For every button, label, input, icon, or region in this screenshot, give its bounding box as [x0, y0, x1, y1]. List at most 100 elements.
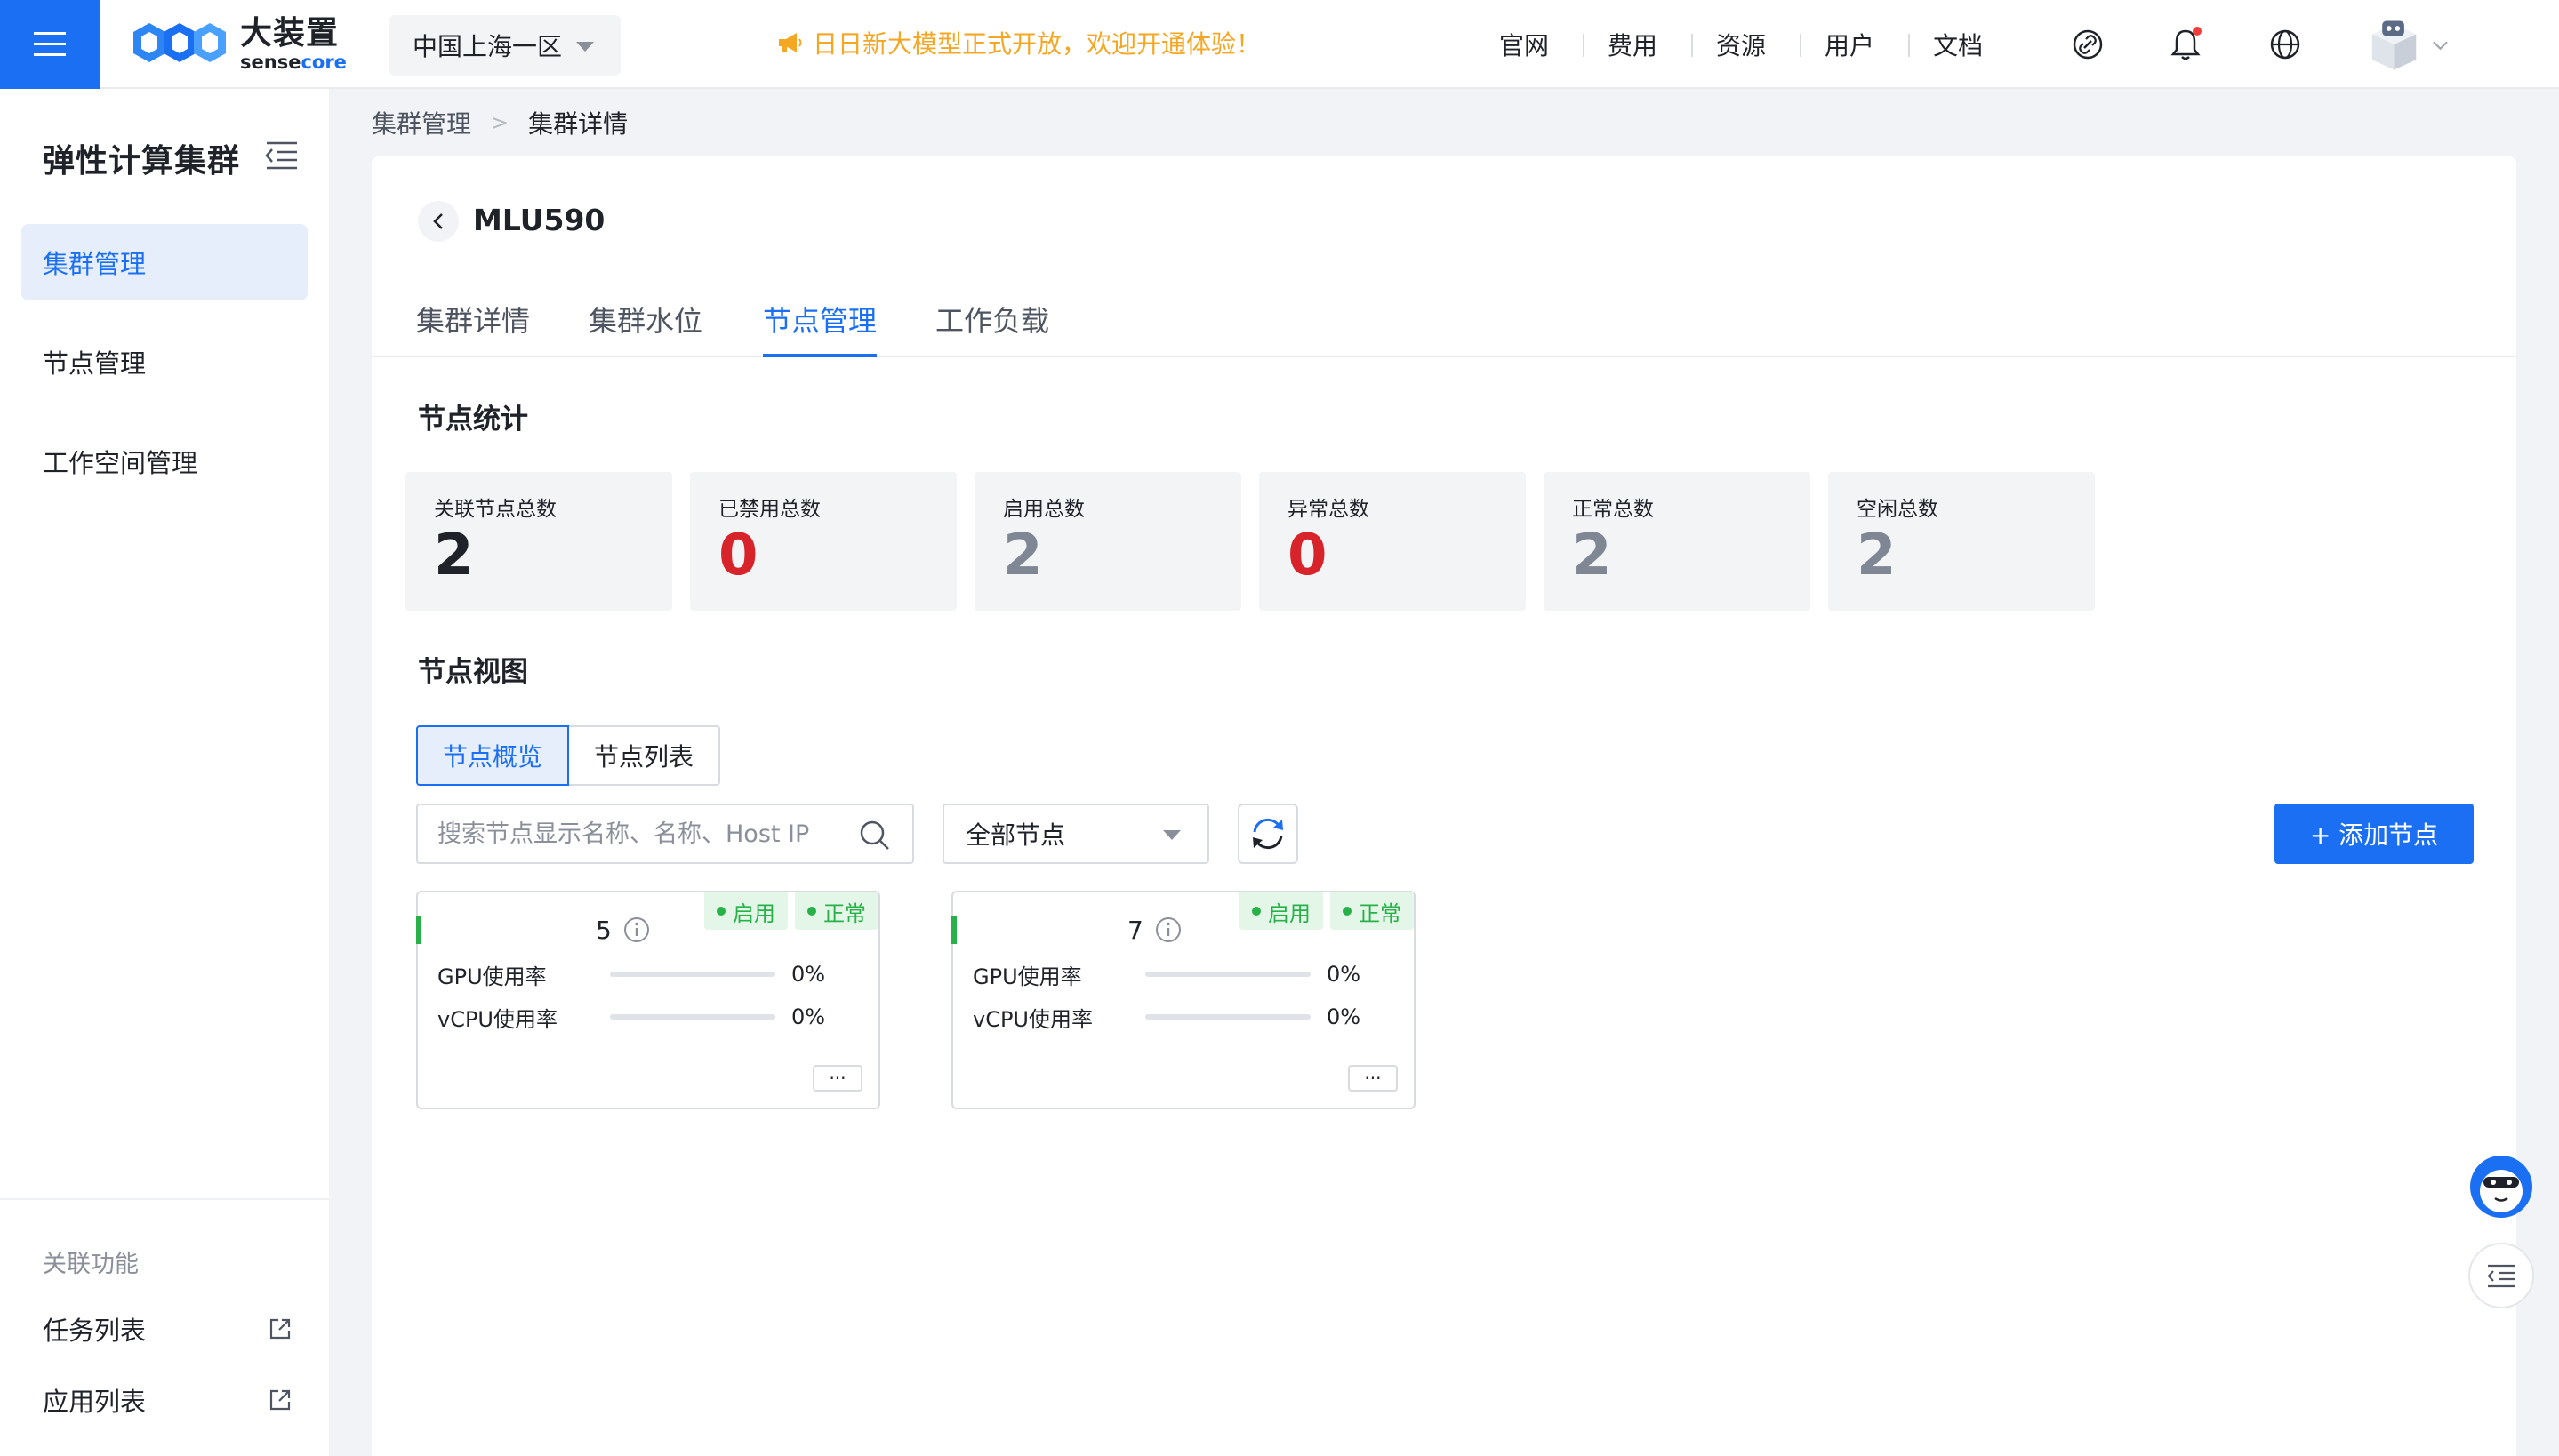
- more-actions-button[interactable]: ···: [813, 1065, 862, 1092]
- refresh-icon: [1253, 818, 1283, 850]
- metric-value: 0%: [1327, 962, 1361, 987]
- metric-label: vCPU使用率: [437, 1006, 558, 1032]
- node-card[interactable]: 5 启用 正常 GPU使用率 0% vCPU使用率 0% ···: [416, 891, 880, 1109]
- node-status-bar: [951, 916, 957, 944]
- progress-track: [610, 1014, 775, 1020]
- link-button[interactable]: [2068, 25, 2107, 64]
- brand-name: 大装置: [240, 14, 340, 52]
- status-badge-normal: 正常: [1330, 892, 1414, 930]
- assistant-mascot-icon: [2470, 1156, 2532, 1218]
- float-panel-toggle[interactable]: [2468, 1243, 2534, 1308]
- assistant-button[interactable]: [2468, 1154, 2534, 1220]
- node-name: 5: [596, 916, 612, 945]
- status-badge-enabled: 启用: [1239, 892, 1323, 930]
- stat-card-abnormal: 异常总数 0: [1259, 472, 1526, 611]
- avatar: [2371, 20, 2417, 70]
- metric-label: GPU使用率: [437, 964, 547, 989]
- stat-label: 已禁用总数: [718, 498, 821, 521]
- sidebar-divider: [0, 1198, 329, 1200]
- main-panel: MLU590 集群详情 集群水位 节点管理 工作负载 节点统计 关联节点总数 2…: [372, 156, 2516, 1456]
- sensecore-logo-icon: [133, 23, 226, 62]
- stat-card-normal: 正常总数 2: [1544, 472, 1810, 611]
- stat-value: 2: [434, 523, 474, 588]
- breadcrumb-parent[interactable]: 集群管理: [372, 105, 471, 140]
- stat-card-enabled: 启用总数 2: [975, 472, 1241, 611]
- search-input[interactable]: [418, 805, 845, 862]
- brand-logo[interactable]: 大装置 sensecore: [132, 16, 347, 73]
- add-node-button[interactable]: + 添加节点: [2274, 804, 2474, 864]
- progress-track: [1145, 1014, 1311, 1020]
- toggle-node-overview[interactable]: 节点概览: [416, 725, 570, 786]
- related-link-label: 应用列表: [43, 1387, 147, 1417]
- notifications-button[interactable]: [2166, 25, 2205, 64]
- node-view-title: 节点视图: [418, 656, 528, 688]
- user-menu[interactable]: [2369, 14, 2449, 76]
- nav-resources[interactable]: 资源: [1693, 27, 1802, 62]
- back-button[interactable]: [418, 201, 459, 242]
- node-search: [416, 804, 914, 864]
- stat-label: 启用总数: [1003, 498, 1085, 521]
- sidebar-item-label: 节点管理: [43, 348, 147, 379]
- nav-users[interactable]: 用户: [1801, 27, 1911, 62]
- sidebar-item-cluster-management[interactable]: 集群管理: [21, 224, 308, 300]
- tab-node-management[interactable]: 节点管理: [763, 290, 878, 357]
- caret-down-icon: [576, 42, 594, 52]
- collapse-menu-icon: [2487, 1264, 2515, 1288]
- gpu-usage-metric: GPU使用率 0%: [973, 958, 1382, 990]
- breadcrumb-current: 集群详情: [528, 109, 629, 139]
- stat-value: 2: [1003, 523, 1043, 588]
- notification-dot: [2193, 27, 2202, 36]
- nav-billing[interactable]: 费用: [1584, 27, 1694, 62]
- stat-label: 异常总数: [1288, 498, 1369, 521]
- metric-value: 0%: [791, 1004, 826, 1029]
- sidebar-collapse-button[interactable]: [263, 140, 299, 174]
- tab-cluster-details[interactable]: 集群详情: [416, 290, 530, 357]
- collapse-menu-icon: [265, 141, 297, 170]
- stat-label: 关联节点总数: [434, 498, 557, 521]
- language-button[interactable]: [2266, 25, 2305, 64]
- refresh-button[interactable]: [1238, 804, 1298, 864]
- progress-track: [1145, 972, 1311, 977]
- status-dot: [717, 907, 726, 916]
- status-badge-normal: 正常: [795, 892, 878, 930]
- info-icon[interactable]: [1154, 916, 1183, 944]
- node-name: 7: [1127, 916, 1143, 945]
- stat-value: 0: [1288, 523, 1328, 588]
- tab-workloads[interactable]: 工作负载: [935, 290, 1049, 357]
- stat-card-disabled: 已禁用总数 0: [690, 472, 957, 611]
- external-link-icon: [269, 1318, 291, 1340]
- metric-label: vCPU使用率: [973, 1006, 1093, 1032]
- search-icon[interactable]: [859, 820, 891, 852]
- hamburger-menu-button[interactable]: [0, 0, 100, 89]
- announcement-text: 日日新大模型正式开放，欢迎开通体验！: [813, 29, 1262, 59]
- related-link-app-list[interactable]: 应用列表: [43, 1378, 292, 1422]
- tab-cluster-watermark[interactable]: 集群水位: [589, 290, 702, 357]
- region-select[interactable]: 中国上海一区: [389, 15, 621, 76]
- stat-value: 0: [718, 523, 758, 588]
- sidebar-item-node-management[interactable]: 节点管理: [21, 324, 308, 400]
- stat-card-associated: 关联节点总数 2: [405, 472, 672, 611]
- info-icon[interactable]: [622, 916, 651, 944]
- tab-bar: 集群详情 集群水位 节点管理 工作负载: [372, 290, 2516, 357]
- node-stats-title: 节点统计: [418, 404, 528, 436]
- sidebar-item-workspace-management[interactable]: 工作空间管理: [21, 423, 308, 500]
- nav-official-site[interactable]: 官网: [1476, 27, 1585, 62]
- related-functions-heading: 关联功能: [43, 1251, 139, 1278]
- more-actions-button[interactable]: ···: [1348, 1065, 1398, 1092]
- node-card[interactable]: 7 启用 正常 GPU使用率 0% vCPU使用率 0% ···: [951, 891, 1416, 1109]
- node-status-bar: [416, 916, 421, 944]
- chevron-down-icon: [2433, 41, 2448, 51]
- node-filter-select[interactable]: 全部节点: [943, 804, 1209, 864]
- stat-card-idle: 空闲总数 2: [1828, 472, 2095, 611]
- nav-docs[interactable]: 文档: [1910, 27, 2018, 62]
- announcement-link[interactable]: 日日新大模型正式开放，欢迎开通体验！: [777, 23, 1261, 62]
- menu-icon: [34, 32, 66, 56]
- sidebar-item-label: 工作空间管理: [43, 448, 198, 478]
- breadcrumb: 集群管理 > 集群详情: [372, 105, 628, 140]
- related-link-label: 任务列表: [43, 1316, 147, 1346]
- sidebar: 弹性计算集群 集群管理 节点管理 工作空间管理 关联功能 任务列表 应用列表: [0, 89, 329, 1456]
- toggle-node-list[interactable]: 节点列表: [569, 725, 721, 786]
- metric-label: GPU使用率: [973, 964, 1082, 989]
- related-link-task-list[interactable]: 任务列表: [43, 1307, 292, 1351]
- status-dot: [1343, 907, 1352, 916]
